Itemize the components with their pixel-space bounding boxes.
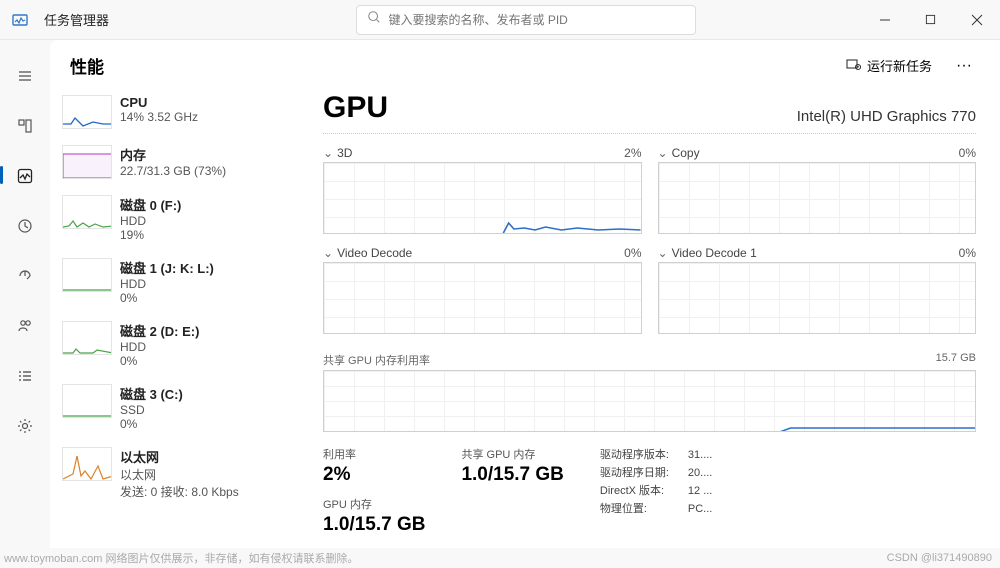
sidebar-sub: 22.7/31.3 GB (73%): [120, 164, 295, 178]
sidebar-title: 内存: [120, 145, 295, 164]
run-new-task-button[interactable]: 运行新任务: [837, 52, 940, 79]
close-button[interactable]: [954, 0, 1000, 40]
sidebar-sub: HDD: [120, 214, 295, 228]
users-icon[interactable]: [9, 310, 41, 342]
sidebar-title: 磁盘 0 (F:): [120, 195, 295, 214]
sidebar-sub: HDD: [120, 340, 295, 354]
app-icon: [0, 12, 40, 28]
prop-row: 驱动程序版本:31....: [600, 446, 712, 464]
sidebar-item[interactable]: 磁盘 3 (C:) SSD 0%: [58, 376, 305, 439]
chevron-down-icon: ⌄: [658, 246, 668, 260]
run-task-label: 运行新任务: [867, 56, 932, 75]
gpu-model: Intel(R) UHD Graphics 770: [797, 108, 976, 125]
engine-pct: 0%: [624, 246, 641, 260]
engine-chart: [323, 162, 642, 234]
search-input-wrap[interactable]: [356, 5, 696, 35]
engine-chart-header[interactable]: ⌄ Video Decode 0%: [323, 246, 642, 260]
sidebar-item[interactable]: 磁盘 1 (J: K: L:) HDD 0%: [58, 250, 305, 313]
sidebar-thumb: [62, 321, 112, 355]
search-icon: [367, 10, 381, 29]
page-title: 性能: [70, 53, 104, 78]
details-icon[interactable]: [9, 360, 41, 392]
sidebar-thumb: [62, 195, 112, 229]
engine-chart-header[interactable]: ⌄ Copy 0%: [658, 146, 977, 160]
sidebar-sub2: 0%: [120, 354, 295, 368]
performance-icon[interactable]: [9, 160, 41, 192]
sidebar-thumb: [62, 145, 112, 179]
shared-mem-chart: [323, 370, 976, 432]
chevron-down-icon: ⌄: [658, 146, 668, 160]
prop-row: 驱动程序日期:20....: [600, 464, 712, 482]
chevron-down-icon: ⌄: [323, 146, 333, 160]
settings-icon[interactable]: [9, 410, 41, 442]
sidebar-item[interactable]: 磁盘 2 (D: E:) HDD 0%: [58, 313, 305, 376]
engine-name: Copy: [672, 146, 700, 160]
hamburger-icon[interactable]: [9, 60, 41, 92]
sidebar-sub2: 0%: [120, 417, 295, 431]
sidebar-thumb: [62, 95, 112, 129]
startup-icon[interactable]: [9, 260, 41, 292]
prop-row: DirectX 版本:12 ...: [600, 482, 712, 500]
window-title: 任务管理器: [40, 10, 109, 29]
sidebar-sub: HDD: [120, 277, 295, 291]
history-icon[interactable]: [9, 210, 41, 242]
credit-text: CSDN @li371490890: [887, 552, 992, 564]
gpu-mem-value: 1.0/15.7 GB: [323, 514, 425, 536]
sidebar-thumb: [62, 384, 112, 418]
search-input[interactable]: [389, 13, 685, 27]
shared-mem-stat-value: 1.0/15.7 GB: [461, 464, 563, 486]
shared-mem-cap: 15.7 GB: [936, 352, 976, 368]
perf-sidebar[interactable]: CPU 14% 3.52 GHz 内存 22.7/31.3 GB (73%) 磁…: [50, 87, 305, 548]
maximize-button[interactable]: [908, 0, 954, 40]
engine-name: Video Decode 1: [672, 246, 757, 260]
engine-pct: 0%: [959, 246, 976, 260]
more-button[interactable]: ···: [948, 53, 980, 79]
util-label: 利用率: [323, 446, 425, 462]
chevron-down-icon: ⌄: [323, 246, 333, 260]
sidebar-thumb: [62, 258, 112, 292]
engine-name: Video Decode: [337, 246, 412, 260]
sidebar-item[interactable]: 磁盘 0 (F:) HDD 19%: [58, 187, 305, 250]
engine-chart: [658, 162, 977, 234]
sidebar-thumb: [62, 447, 112, 481]
engine-pct: 0%: [959, 146, 976, 160]
sidebar-item[interactable]: CPU 14% 3.52 GHz: [58, 87, 305, 137]
sidebar-sub: 14% 3.52 GHz: [120, 110, 295, 124]
engine-name: 3D: [337, 146, 352, 160]
sidebar-title: 以太网: [120, 447, 295, 466]
sidebar-sub2: 发送: 0 接收: 8.0 Kbps: [120, 483, 295, 500]
prop-row: 物理位置:PC...: [600, 500, 712, 518]
gpu-mem-label: GPU 内存: [323, 496, 425, 512]
run-task-icon: [845, 56, 861, 75]
watermark-text: www.toymoban.com 网络图片仅供展示，非存储，如有侵权请联系删除。: [4, 550, 358, 566]
sidebar-title: 磁盘 3 (C:): [120, 384, 295, 403]
util-value: 2%: [323, 464, 425, 486]
sidebar-title: 磁盘 1 (J: K: L:): [120, 258, 295, 277]
sidebar-sub: 以太网: [120, 466, 295, 483]
minimize-button[interactable]: [862, 0, 908, 40]
engine-chart-header[interactable]: ⌄ Video Decode 1 0%: [658, 246, 977, 260]
sidebar-sub: SSD: [120, 403, 295, 417]
shared-mem-label: 共享 GPU 内存利用率: [323, 352, 430, 368]
sidebar-sub2: 19%: [120, 228, 295, 242]
engine-chart: [658, 262, 977, 334]
sidebar-title: 磁盘 2 (D: E:): [120, 321, 295, 340]
engine-pct: 2%: [624, 146, 641, 160]
sidebar-sub2: 0%: [120, 291, 295, 305]
engine-chart-header[interactable]: ⌄ 3D 2%: [323, 146, 642, 160]
engine-chart: [323, 262, 642, 334]
sidebar-item[interactable]: 内存 22.7/31.3 GB (73%): [58, 137, 305, 187]
sidebar-item[interactable]: 以太网 以太网 发送: 0 接收: 8.0 Kbps: [58, 439, 305, 508]
gpu-title: GPU: [323, 91, 388, 125]
sidebar-title: CPU: [120, 95, 295, 110]
processes-icon[interactable]: [9, 110, 41, 142]
shared-mem-stat-label: 共享 GPU 内存: [461, 446, 563, 462]
